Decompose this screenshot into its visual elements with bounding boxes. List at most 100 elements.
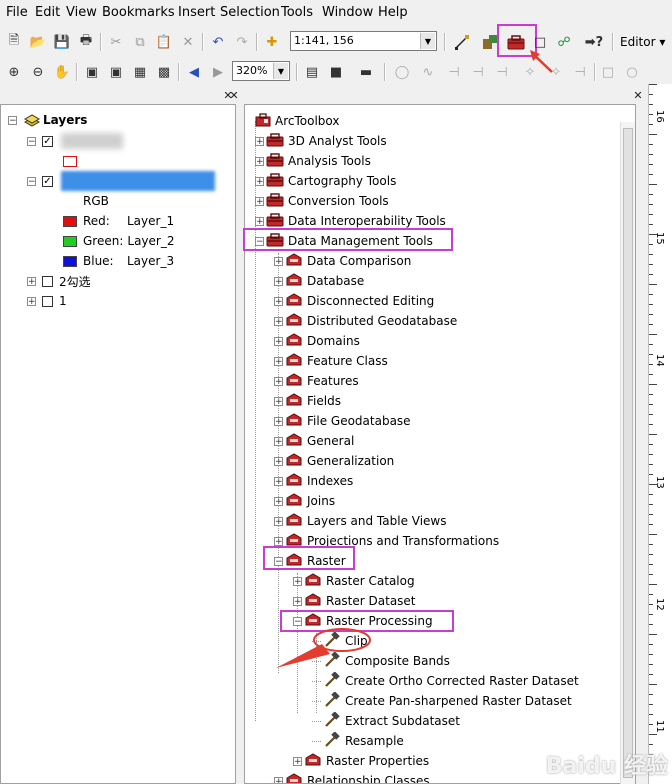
editor-menu[interactable]: Editor ▾ [620, 35, 665, 49]
model-builder-icon[interactable]: ☍ [554, 32, 574, 52]
tool-item[interactable]: Extract Subdataset [312, 710, 462, 731]
expand-icon[interactable]: + [274, 476, 283, 486]
expand-icon[interactable]: + [293, 756, 302, 766]
expand-icon[interactable]: + [255, 196, 264, 206]
toolset-item[interactable]: + Raster Properties [293, 751, 431, 771]
copy-icon[interactable]: ⧉ [130, 32, 150, 52]
expand-icon[interactable]: + [274, 536, 283, 546]
expand-icon[interactable]: + [255, 176, 264, 186]
expand-icon[interactable]: + [274, 496, 283, 506]
arctoolbox-icon[interactable] [506, 32, 526, 52]
cut-icon[interactable]: ✂ [106, 32, 126, 52]
menu-window[interactable]: Window [322, 5, 373, 20]
menu-insert[interactable]: Insert [178, 5, 215, 20]
expand-icon[interactable]: + [274, 376, 283, 386]
chevron-down-icon[interactable]: ▼ [420, 33, 435, 49]
layer-checkbox[interactable]: ✓ [42, 175, 53, 187]
layer-checkbox[interactable] [42, 275, 53, 287]
toc-layer-selected[interactable]: − ✓ [27, 171, 53, 191]
expand-icon[interactable]: + [255, 136, 264, 146]
zoom-select[interactable]: 320% ▼ [232, 61, 290, 81]
chevron-down-icon[interactable]: ▼ [273, 63, 288, 79]
toolset-item[interactable]: + File Geodatabase [274, 411, 413, 431]
tool-item[interactable]: Create Ortho Corrected Raster Dataset [312, 670, 581, 691]
undo-icon[interactable]: ↶ [208, 32, 228, 52]
vertical-scrollbar[interactable] [620, 122, 635, 784]
collapse-icon[interactable]: − [8, 115, 17, 125]
expand-icon[interactable]: + [274, 456, 283, 466]
toc-layer-1[interactable]: + 1 [27, 291, 69, 311]
expand-icon[interactable]: + [274, 276, 283, 286]
toc-root[interactable]: − Layers [8, 110, 89, 130]
toolbox-item[interactable]: + Conversion Tools [255, 191, 391, 211]
toolset-item[interactable]: + Data Comparison [274, 251, 413, 271]
toolset-item[interactable]: + Database [274, 271, 366, 291]
expand-icon[interactable]: + [293, 596, 302, 606]
arctoolbox-root[interactable]: ArcToolbox [251, 111, 341, 131]
close-icon[interactable]: ✕ [632, 90, 644, 102]
selected-layer-name[interactable] [61, 171, 215, 191]
toc-layer-blurred[interactable]: − ✓ [27, 131, 53, 151]
edit-vertices-icon[interactable]: ◯ [392, 62, 412, 82]
expand-icon[interactable]: + [255, 156, 264, 166]
zoom-to-100-percent-icon[interactable]: ▩ [154, 62, 174, 82]
toolbox-item[interactable]: +3D Analyst Tools [255, 131, 389, 151]
whats-this-help-icon[interactable]: ➡? [584, 32, 604, 52]
add-data-icon[interactable]: ✚ [262, 32, 282, 52]
expand-icon[interactable]: + [274, 436, 283, 446]
save-icon[interactable]: 💾 [52, 32, 72, 52]
zoom-to-full-extent-icon[interactable]: ▦ [130, 62, 150, 82]
menu-bookmarks[interactable]: Bookmarks [102, 5, 175, 20]
go-back-icon[interactable]: ◀ [184, 62, 204, 82]
toolset-item[interactable]: + Distributed Geodatabase [274, 311, 459, 331]
polygon-swatch[interactable] [63, 155, 77, 167]
layer-checkbox[interactable] [42, 295, 53, 307]
expand-icon[interactable]: + [274, 416, 283, 426]
cut-polygon-icon[interactable]: ⊣ [468, 62, 488, 82]
expand-icon[interactable]: + [274, 776, 283, 783]
paste-icon[interactable]: 📋 [154, 32, 174, 52]
expand-icon[interactable]: + [274, 316, 283, 326]
expand-icon[interactable]: + [293, 576, 302, 586]
tool-item[interactable]: Resample [312, 730, 406, 751]
zoom-in-icon[interactable]: ⊕ [4, 62, 24, 82]
expand-icon[interactable]: + [27, 276, 36, 286]
expand-icon[interactable]: + [274, 396, 283, 406]
split-icon[interactable]: ⊣ [444, 62, 464, 82]
fixed-zoom-in-icon[interactable]: ▣ [82, 62, 102, 82]
toolset-item[interactable]: + Indexes [274, 471, 355, 491]
toolset-item[interactable]: + Fields [274, 391, 343, 411]
go-forward-icon[interactable]: ▶ [208, 62, 228, 82]
expand-icon[interactable]: + [274, 356, 283, 366]
open-folder-icon[interactable]: 📂 [28, 32, 48, 52]
expand-icon[interactable]: + [255, 216, 264, 226]
toolset-item[interactable]: + Features [274, 371, 361, 391]
focus-data-frame-icon[interactable]: ▬ [356, 62, 376, 82]
menu-selection[interactable]: Selection [220, 5, 280, 20]
menu-edit[interactable]: Edit [35, 5, 60, 20]
toolset-item[interactable]: + Raster Dataset [293, 591, 418, 611]
print-icon[interactable]: 🖶 [76, 32, 96, 52]
expand-icon[interactable]: + [274, 336, 283, 346]
tool-item[interactable]: Create Pan-sharpened Raster Dataset [312, 690, 574, 711]
menu-help[interactable]: Help [378, 5, 408, 20]
collapse-icon[interactable]: − [27, 176, 36, 186]
toolset-item[interactable]: + Feature Class [274, 351, 390, 371]
toolbox-item[interactable]: + Cartography Tools [255, 171, 398, 191]
sketch-icon[interactable]: ⊣ [492, 62, 512, 82]
toolset-item[interactable]: + Domains [274, 331, 362, 351]
toolset-item[interactable]: + Joins [274, 491, 337, 511]
expand-icon[interactable]: + [27, 296, 36, 306]
rectangle-icon[interactable]: □ [598, 62, 618, 82]
toolset-item[interactable]: + Layers and Table Views [274, 511, 449, 531]
toolset-item[interactable]: + Disconnected Editing [274, 291, 436, 311]
menu-view[interactable]: View [66, 5, 97, 20]
blue-swatch[interactable] [63, 255, 77, 267]
redo-icon[interactable]: ↷ [232, 32, 252, 52]
fixed-zoom-out-icon[interactable]: ▣ [106, 62, 126, 82]
collapse-icon[interactable]: − [27, 136, 36, 146]
toolbox-item[interactable]: + Analysis Tools [255, 151, 373, 171]
map-scale-select[interactable]: 1:141, 156 ▼ [290, 31, 437, 51]
network-icon[interactable]: ⊣ [570, 62, 590, 82]
green-swatch[interactable] [63, 235, 77, 247]
